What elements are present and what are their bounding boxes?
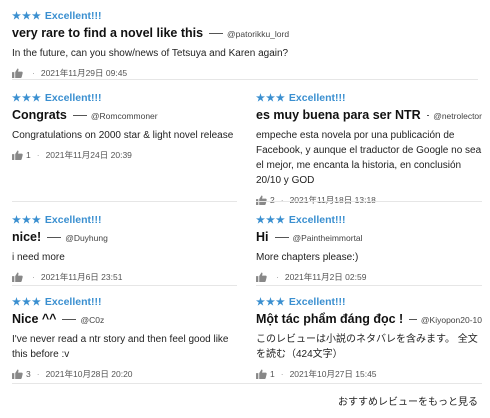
thumbs-up-icon[interactable] — [12, 369, 23, 379]
review-body: empeche esta novela por una publicación … — [256, 130, 482, 186]
like-count: 3 — [26, 369, 31, 379]
rating-label: Excellent!!! — [288, 92, 346, 104]
star-icon: ★★★ — [12, 92, 42, 104]
thumbs-up-icon[interactable] — [12, 150, 23, 160]
review-card: ★★★ Excellent!!! Nice ^^ @C0z I've never… — [12, 296, 237, 380]
separator: · — [280, 195, 284, 205]
review-title[interactable]: Nice ^^ — [12, 312, 56, 326]
review-date: 2021年10月28日 20:20 — [45, 369, 133, 379]
review-date: 2021年11月24日 20:39 — [45, 150, 132, 160]
rating-label: Excellent!!! — [44, 10, 102, 22]
review-card: ★★★ Excellent!!! nice! @Duyhung i need m… — [12, 214, 237, 283]
divider — [256, 201, 482, 202]
review-author[interactable]: @patorikku_lord — [227, 29, 289, 39]
review-author[interactable]: @Duyhung — [65, 233, 108, 243]
review-body: I've never read a ntr story and then fee… — [12, 334, 229, 360]
review-title[interactable]: very rare to find a novel like this — [12, 26, 203, 40]
review-body: In the future, can you show/news of Tets… — [12, 48, 289, 59]
separator: · — [32, 68, 35, 78]
divider — [209, 33, 224, 34]
thumbs-up-icon[interactable] — [12, 68, 23, 78]
divider — [62, 319, 77, 320]
rating-label: Excellent!!! — [44, 296, 102, 308]
divider — [12, 79, 478, 80]
divider — [409, 319, 417, 320]
review-body[interactable]: このレビューは小説のネタバレを含みます。 全文 を読む（424文字） — [256, 332, 482, 362]
like-count: 1 — [270, 369, 275, 379]
review-title[interactable]: Congrats — [12, 108, 67, 122]
review-body: Congratulations on 2000 star & light nov… — [12, 130, 234, 141]
review-title[interactable]: es muy buena para ser NTR — [256, 108, 421, 122]
like-count: 1 — [26, 150, 31, 160]
divider — [12, 285, 237, 286]
divider — [256, 285, 482, 286]
star-icon: ★★★ — [256, 214, 286, 226]
review-author[interactable]: @Romcommoner — [91, 111, 158, 121]
rating: ★★★ Excellent!!! — [12, 10, 478, 22]
review-date: 2021年11月2日 02:59 — [284, 272, 367, 282]
review-card: ★★★ Excellent!!! very rare to find a nov… — [12, 10, 478, 79]
rating-label: Excellent!!! — [288, 296, 346, 308]
rating-label: Excellent!!! — [44, 214, 102, 226]
review-date: 2021年11月29日 09:45 — [40, 68, 128, 78]
star-icon: ★★★ — [12, 296, 42, 308]
review-card: ★★★ Excellent!!! Một tác phẩm đáng đọc !… — [256, 296, 482, 380]
review-card: ★★★ Excellent!!! Hi @Paintheimmortal Mor… — [256, 214, 482, 283]
review-date: 2021年10月27日 15:45 — [289, 369, 377, 379]
divider — [12, 201, 237, 202]
star-icon: ★★★ — [256, 296, 286, 308]
star-icon: ★★★ — [12, 214, 42, 226]
divider — [274, 237, 289, 238]
review-author[interactable]: @Paintheimmortal — [293, 233, 363, 243]
like-count: 2 — [270, 195, 275, 205]
rating: ★★★ Excellent!!! — [12, 296, 237, 308]
review-body: i need more — [12, 252, 65, 263]
thumbs-up-icon[interactable] — [12, 272, 23, 282]
rating: ★★★ Excellent!!! — [256, 214, 482, 226]
review-card: ★★★ Excellent!!! Congrats @Romcommoner C… — [12, 92, 237, 161]
rating: ★★★ Excellent!!! — [12, 92, 237, 104]
divider — [72, 115, 87, 116]
divider — [47, 237, 62, 238]
separator: · — [32, 272, 35, 282]
review-card: ★★★ Excellent!!! es muy buena para ser N… — [256, 92, 482, 206]
rating-label: Excellent!!! — [288, 214, 346, 226]
divider — [426, 115, 430, 116]
star-icon: ★★★ — [12, 10, 42, 22]
separator: · — [36, 150, 40, 160]
review-date: 2021年11月6日 23:51 — [40, 272, 123, 282]
rating: ★★★ Excellent!!! — [12, 214, 237, 226]
more-reviews-link[interactable]: おすすめレビューをもっと見る — [338, 393, 478, 408]
thumbs-up-icon[interactable] — [256, 272, 267, 282]
star-icon: ★★★ — [256, 92, 286, 104]
review-title[interactable]: Một tác phẩm đáng đọc ! — [256, 312, 403, 326]
rating: ★★★ Excellent!!! — [256, 296, 482, 308]
review-title[interactable]: Hi — [256, 230, 269, 244]
separator: · — [36, 369, 40, 379]
review-body: More chapters please:) — [256, 252, 359, 263]
review-date: 2021年11月18日 13:18 — [289, 195, 376, 205]
divider — [12, 383, 482, 384]
thumbs-up-icon[interactable] — [256, 195, 267, 205]
review-title[interactable]: nice! — [12, 230, 41, 244]
separator: · — [280, 369, 284, 379]
thumbs-up-icon[interactable] — [256, 369, 267, 379]
rating-label: Excellent!!! — [44, 92, 102, 104]
rating: ★★★ Excellent!!! — [256, 92, 482, 104]
review-author[interactable]: @Kiyopon20-10 — [421, 315, 482, 325]
review-author[interactable]: @C0z — [80, 315, 104, 325]
separator: · — [276, 272, 279, 282]
review-author[interactable]: @netrolector — [433, 111, 482, 121]
